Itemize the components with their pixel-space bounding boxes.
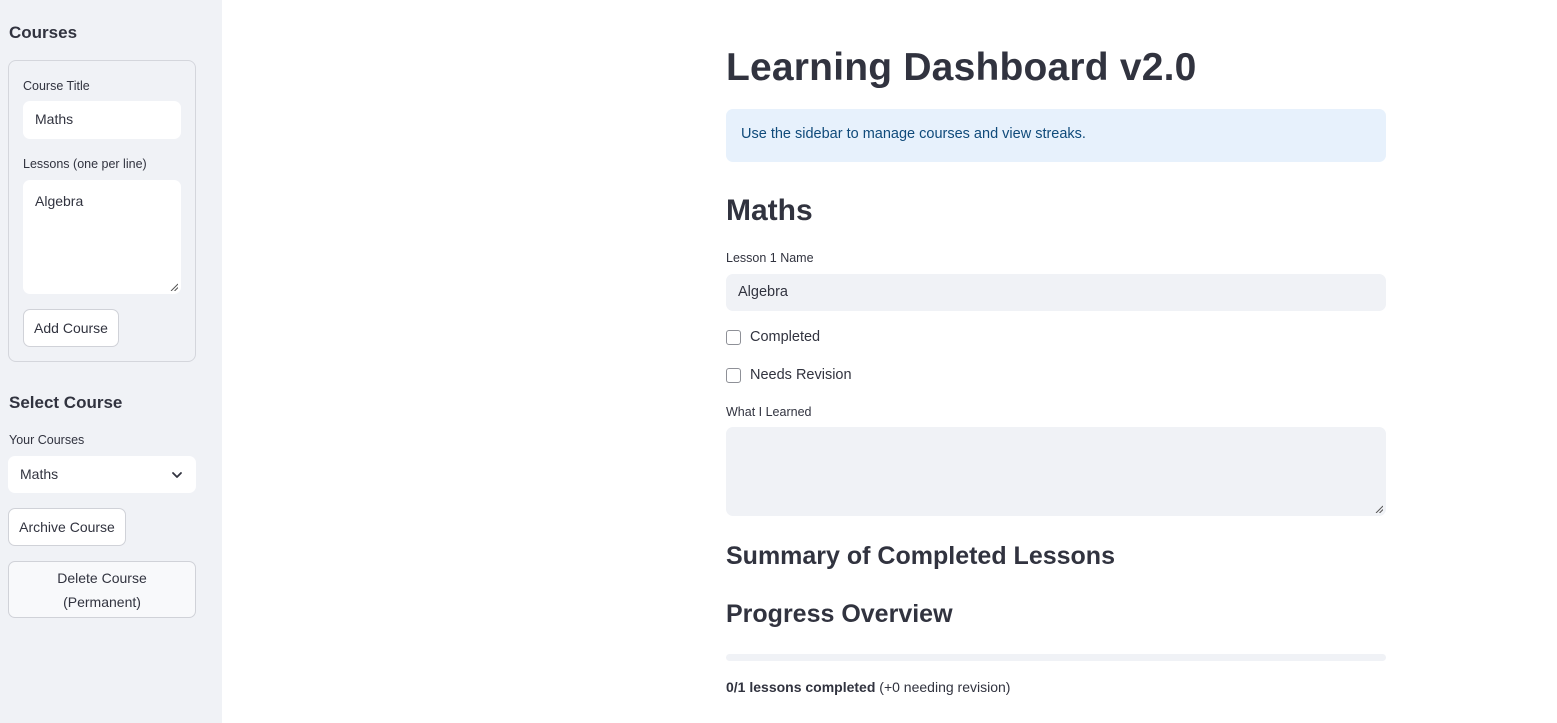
lessons-text: Algebra — [35, 193, 84, 209]
course-title-label: Course Title — [23, 79, 90, 93]
add-course-form: Course Title Maths Lessons (one per line… — [8, 60, 196, 362]
what-i-learned-label: What I Learned — [726, 405, 812, 419]
page-title: Learning Dashboard v2.0 — [726, 46, 1197, 89]
lessons-label: Lessons (one per line) — [23, 157, 147, 171]
your-courses-label: Your Courses — [9, 433, 85, 447]
what-i-learned-textarea[interactable] — [726, 427, 1386, 516]
resize-grip-icon[interactable] — [1375, 505, 1383, 513]
archive-course-button[interactable]: Archive Course — [8, 508, 126, 546]
courses-heading: Courses — [9, 23, 78, 42]
progress-heading: Progress Overview — [726, 600, 953, 628]
lesson-name-input[interactable]: Algebra — [726, 274, 1386, 311]
resize-grip-icon[interactable] — [170, 283, 178, 291]
add-course-button[interactable]: Add Course — [23, 309, 119, 347]
summary-heading: Summary of Completed Lessons — [726, 542, 1115, 570]
completed-checkbox-row[interactable]: Completed — [726, 327, 820, 347]
progress-revision-note: (+0 needing revision) — [875, 679, 1011, 695]
course-heading: Maths — [726, 194, 813, 227]
course-select[interactable]: Maths — [8, 456, 196, 493]
select-course-heading: Select Course — [9, 393, 123, 412]
course-title-input[interactable]: Maths — [23, 101, 181, 139]
completed-label: Completed — [750, 329, 821, 345]
info-alert: Use the sidebar to manage courses and vi… — [726, 109, 1386, 162]
needs-revision-label: Needs Revision — [750, 367, 852, 383]
needs-revision-checkbox[interactable] — [726, 367, 741, 383]
course-select-value: Maths — [20, 466, 59, 482]
sidebar: Courses Course Title Maths Lessons (one … — [0, 0, 222, 723]
lesson-name-label: Lesson 1 Name — [726, 251, 814, 265]
progress-bar — [726, 654, 1386, 661]
completed-checkbox[interactable] — [726, 329, 741, 345]
delete-course-button[interactable]: Delete Course (Permanent) — [8, 561, 196, 618]
lessons-textarea[interactable]: Algebra — [23, 180, 181, 294]
app: Courses Course Title Maths Lessons (one … — [0, 0, 1557, 723]
progress-caption: 0/1 lessons completed (+0 needing revisi… — [726, 679, 1010, 695]
progress-count: 0/1 lessons completed — [726, 679, 876, 695]
chevron-down-icon — [172, 472, 182, 478]
needs-revision-checkbox-row[interactable]: Needs Revision — [726, 365, 852, 385]
